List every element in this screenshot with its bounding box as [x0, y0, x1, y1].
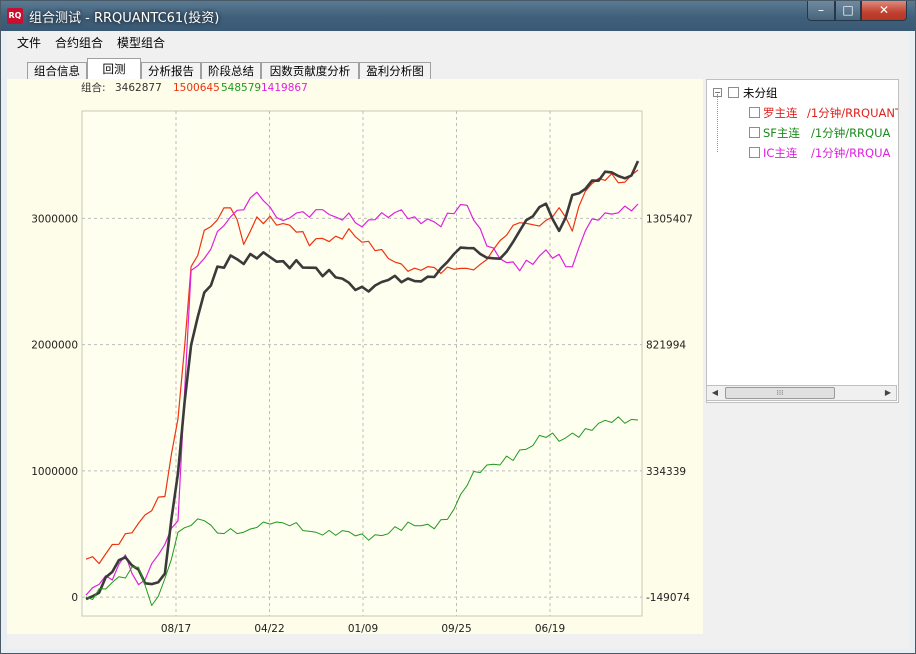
- tree-item-name: IC主连: [763, 146, 798, 160]
- x-tick-label: 09/25: [441, 623, 471, 634]
- right-tick-label: -149074: [646, 592, 690, 604]
- tree-item-name: 罗主连: [763, 106, 798, 120]
- tree-item-row[interactable]: IC主连 /1分钟/RRQUA: [737, 145, 898, 161]
- series-tree-panel: − 未分组 罗主连 /1分钟/RRQUANT SF主连 /1分钟/RRQUA I…: [706, 79, 899, 403]
- x-axis-ticks: 08/17 04/22 01/09 09/25 06/19: [161, 623, 565, 635]
- header-value-series-2: 548579: [221, 82, 261, 94]
- menu-contract-portfolio[interactable]: 合约组合: [55, 34, 103, 51]
- right-axis-ticks: -149074 334339 821994 1305407: [646, 213, 693, 604]
- menu-file[interactable]: 文件: [17, 34, 41, 51]
- right-tick-label: 334339: [646, 466, 686, 478]
- scroll-thumb[interactable]: ⁞⁞⁞: [725, 387, 835, 399]
- app-icon: RQ: [7, 8, 23, 24]
- tab-factor-contribution[interactable]: 因数贡献度分析: [261, 62, 359, 79]
- minimize-icon: –: [818, 3, 824, 17]
- tree-item-detail: /1分钟/RRQUA: [811, 126, 891, 140]
- left-tick-label: 1000000: [31, 466, 78, 478]
- window-title: 组合测试 - RRQUANTC61(投资): [29, 11, 220, 26]
- close-button[interactable]: ✕: [861, 1, 907, 21]
- tree-item-detail: /1分钟/RRQUANT: [807, 106, 899, 120]
- left-axis-ticks: 0 1000000 2000000 3000000: [31, 213, 78, 604]
- menu-model-portfolio[interactable]: 模型组合: [117, 34, 165, 51]
- tab-profit-chart[interactable]: 盈利分析图: [359, 62, 431, 79]
- maximize-button[interactable]: □: [835, 1, 861, 21]
- left-tick-label: 2000000: [31, 340, 78, 352]
- scroll-left-icon[interactable]: ◀: [708, 387, 722, 399]
- tree-item-name: SF主连: [763, 126, 800, 140]
- title-bar[interactable]: RQ 组合测试 - RRQUANTC61(投资) – □ ✕: [1, 1, 915, 31]
- client-area: 组合: 3462877 1500645 548579 1419867 0 1000…: [7, 79, 909, 649]
- x-tick-label: 08/17: [161, 623, 191, 634]
- header-label: 组合:: [81, 81, 106, 94]
- tab-portfolio-info[interactable]: 组合信息: [27, 62, 87, 79]
- backtest-chart-area: 组合: 3462877 1500645 548579 1419867 0 1000…: [7, 79, 703, 635]
- tree-item-row[interactable]: 罗主连 /1分钟/RRQUANT: [737, 105, 899, 121]
- tab-stage-summary[interactable]: 阶段总结: [201, 62, 261, 79]
- tree-horizontal-scrollbar[interactable]: ◀ ⁞⁞⁞ ▶: [706, 385, 897, 401]
- header-value-series-1: 1500645: [173, 82, 220, 94]
- series-checkbox[interactable]: [749, 107, 760, 118]
- maximize-icon: □: [842, 3, 854, 17]
- series-checkbox[interactable]: [749, 127, 760, 138]
- left-tick-label: 3000000: [31, 213, 78, 225]
- x-tick-label: 01/09: [348, 623, 378, 634]
- scroll-right-icon[interactable]: ▶: [881, 387, 895, 399]
- minimize-button[interactable]: –: [807, 1, 835, 21]
- equity-chart: 组合: 3462877 1500645 548579 1419867 0 1000…: [31, 81, 693, 635]
- tab-backtest[interactable]: 回测: [87, 58, 141, 80]
- right-tick-label: 1305407: [646, 213, 693, 225]
- tab-analysis-report[interactable]: 分析报告: [141, 62, 201, 79]
- tree-item-row[interactable]: SF主连 /1分钟/RRQUA: [737, 125, 898, 141]
- x-tick-label: 06/19: [535, 623, 565, 634]
- series-checkbox[interactable]: [749, 147, 760, 158]
- tree-group-label: 未分组: [743, 86, 778, 100]
- x-tick-label: 04/22: [254, 623, 284, 634]
- header-value-total: 3462877: [115, 82, 162, 94]
- right-tick-label: 821994: [646, 340, 686, 352]
- tab-strip: 组合信息 回测 分析报告 阶段总结 因数贡献度分析 盈利分析图: [7, 51, 909, 80]
- tree-group-row[interactable]: − 未分组: [713, 85, 893, 101]
- main-window: RQ 组合测试 - RRQUANTC61(投资) – □ ✕ 文件 合约组合 模…: [0, 0, 916, 654]
- close-icon: ✕: [878, 3, 890, 17]
- tree-guide-line: [717, 94, 718, 152]
- group-checkbox[interactable]: [728, 87, 739, 98]
- tree-item-detail: /1分钟/RRQUA: [811, 146, 891, 160]
- chart-header: 组合: 3462877 1500645 548579 1419867: [81, 81, 308, 94]
- left-tick-label: 0: [71, 592, 78, 604]
- menu-bar: 文件 合约组合 模型组合: [7, 31, 909, 51]
- header-value-series-3: 1419867: [261, 82, 308, 94]
